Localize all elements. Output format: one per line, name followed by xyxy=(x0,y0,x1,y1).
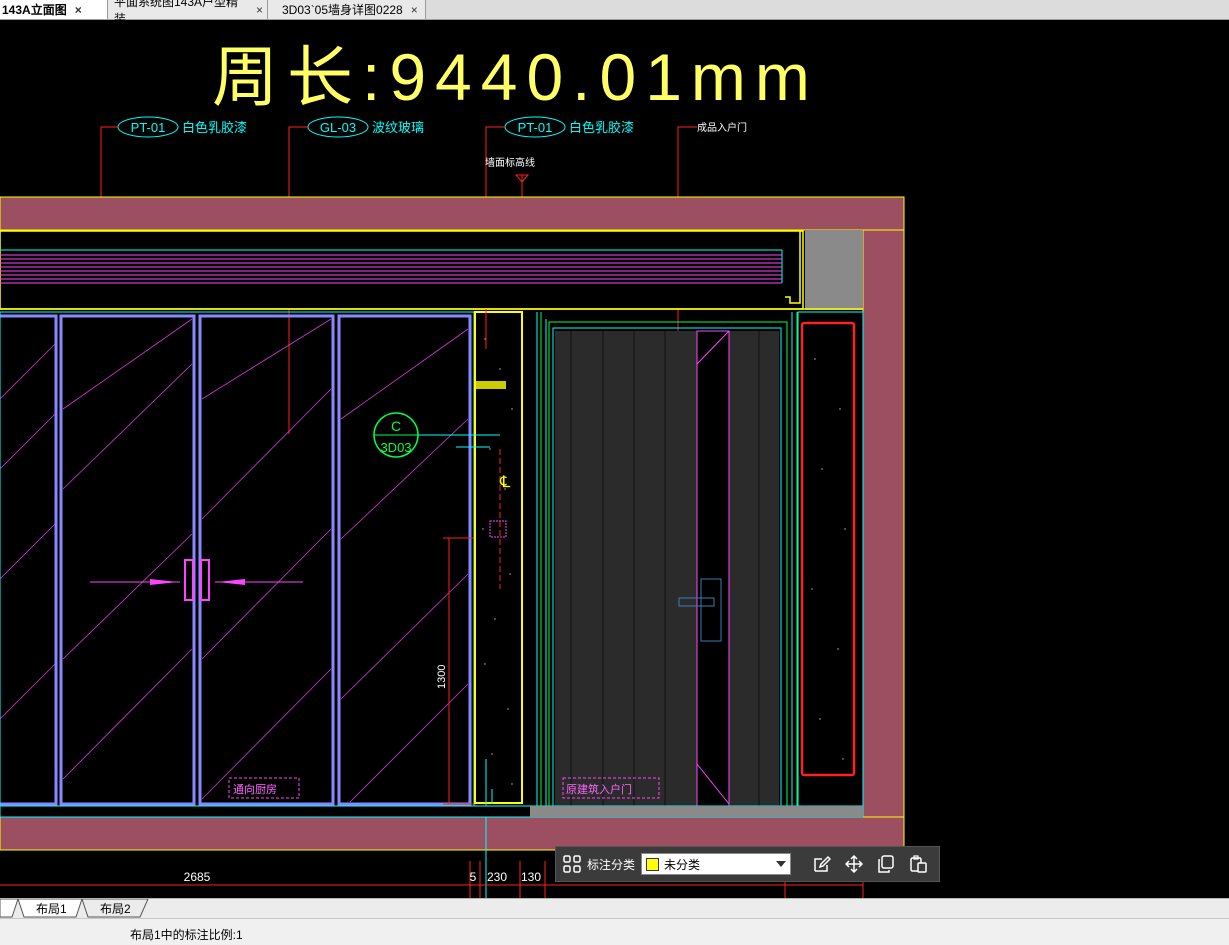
layout-tab-shapes xyxy=(0,899,149,918)
original-door-label: 原建筑入户门 xyxy=(566,782,632,796)
wall-level-label: 墙面标高线 xyxy=(485,156,535,169)
paste-icon[interactable] xyxy=(905,851,931,877)
callout-code: PT-01 xyxy=(131,120,166,135)
toolbar-label: 标注分类 xyxy=(587,857,636,872)
dim-2685: 2685 xyxy=(184,870,211,884)
elevation-drawing: 周长:9440.01mm PT-01 白色乳胶漆 GL-03 波纹玻璃 PT-0… xyxy=(0,40,905,898)
vertical-dim-label: 1300 xyxy=(436,665,448,689)
tab-plan-system[interactable]: 平面系统图143A户型精装 × xyxy=(108,0,268,26)
entry-door-leaf xyxy=(555,331,779,806)
tab-elevation[interactable]: 143A立面图 × xyxy=(0,0,108,19)
dim-130: 130 xyxy=(521,870,541,884)
dim-230: 230 xyxy=(487,870,507,884)
chevron-down-icon xyxy=(776,861,787,867)
category-select[interactable]: 未分类 xyxy=(641,853,792,875)
copy-icon[interactable] xyxy=(873,851,899,877)
layout-tab-bar: 布局1 布局2 xyxy=(0,898,1229,918)
wall-band-right xyxy=(862,229,905,818)
category-value: 未分类 xyxy=(664,857,701,872)
callout-code: PT-01 xyxy=(518,120,553,135)
tab-wall-detail[interactable]: 3D03`05墙身详图0228 × xyxy=(268,0,426,19)
kitchen-label: 通向厨房 xyxy=(233,782,277,796)
status-bar: 布局1中的标注比例:1 xyxy=(0,918,1229,945)
callout-text: 白色乳胶漆 xyxy=(182,120,247,135)
door-opening-gap xyxy=(696,330,730,807)
tab-label: 143A立面图 xyxy=(2,3,67,17)
callout-text: 白色乳胶漆 xyxy=(569,120,634,135)
door-handles xyxy=(90,559,303,601)
close-icon[interactable]: × xyxy=(256,3,263,17)
layout-tab-2[interactable]: 布局2 xyxy=(100,899,131,917)
layout-tab-1[interactable]: 布局1 xyxy=(36,899,67,917)
wall-band-top xyxy=(0,196,905,231)
tab-label: 3D03`05墙身详图0228 xyxy=(282,3,403,17)
dim-5: 5 xyxy=(470,870,477,884)
annotation-scale-status: 布局1中的标注比例:1 xyxy=(130,928,243,942)
close-icon[interactable]: × xyxy=(411,3,418,17)
ceiling-bulkhead xyxy=(0,230,804,310)
callout-text: 成品入户门 xyxy=(697,121,747,134)
grid-icon[interactable] xyxy=(559,851,585,877)
close-icon[interactable]: × xyxy=(75,3,82,17)
ceiling-gray-block xyxy=(805,230,863,310)
glass-door-panels xyxy=(0,311,475,807)
category-swatch xyxy=(646,857,660,871)
glass-hatch xyxy=(0,318,469,803)
centerline-symbol: ℄ xyxy=(499,474,511,491)
document-tab-bar: 143A立面图 × 平面系统图143A户型精装 × 3D03`05墙身详图022… xyxy=(0,0,1229,26)
annotation-toolbar: 标注分类 未分类 xyxy=(555,846,940,882)
section-mark-bottom: 3D03 xyxy=(380,440,411,455)
callout-text: 波纹玻璃 xyxy=(372,120,424,135)
edit-icon[interactable] xyxy=(809,851,835,877)
drawing-canvas[interactable]: 周长:9440.01mm PT-01 白色乳胶漆 GL-03 波纹玻璃 PT-0… xyxy=(0,19,1229,898)
perimeter-text: 周长:9440.01mm xyxy=(212,40,819,114)
callout-code: GL-03 xyxy=(320,120,356,135)
section-mark-top: C xyxy=(391,418,401,434)
move-icon[interactable] xyxy=(841,851,867,877)
